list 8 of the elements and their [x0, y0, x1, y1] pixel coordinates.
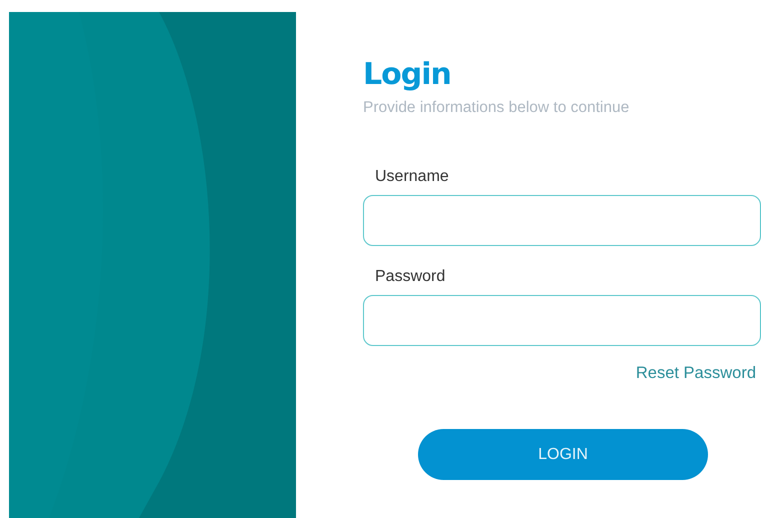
reset-password-link[interactable]: Reset Password: [636, 364, 756, 383]
input-field[interactable]: [363, 195, 761, 246]
login-button[interactable]: LOGIN: [418, 429, 708, 480]
login-title: Login: [363, 56, 451, 94]
field-label: Username: [375, 168, 449, 186]
login-subtitle: Provide informations below to continue: [363, 99, 630, 117]
field-label: Password: [375, 268, 446, 286]
input-field[interactable]: [363, 295, 761, 346]
